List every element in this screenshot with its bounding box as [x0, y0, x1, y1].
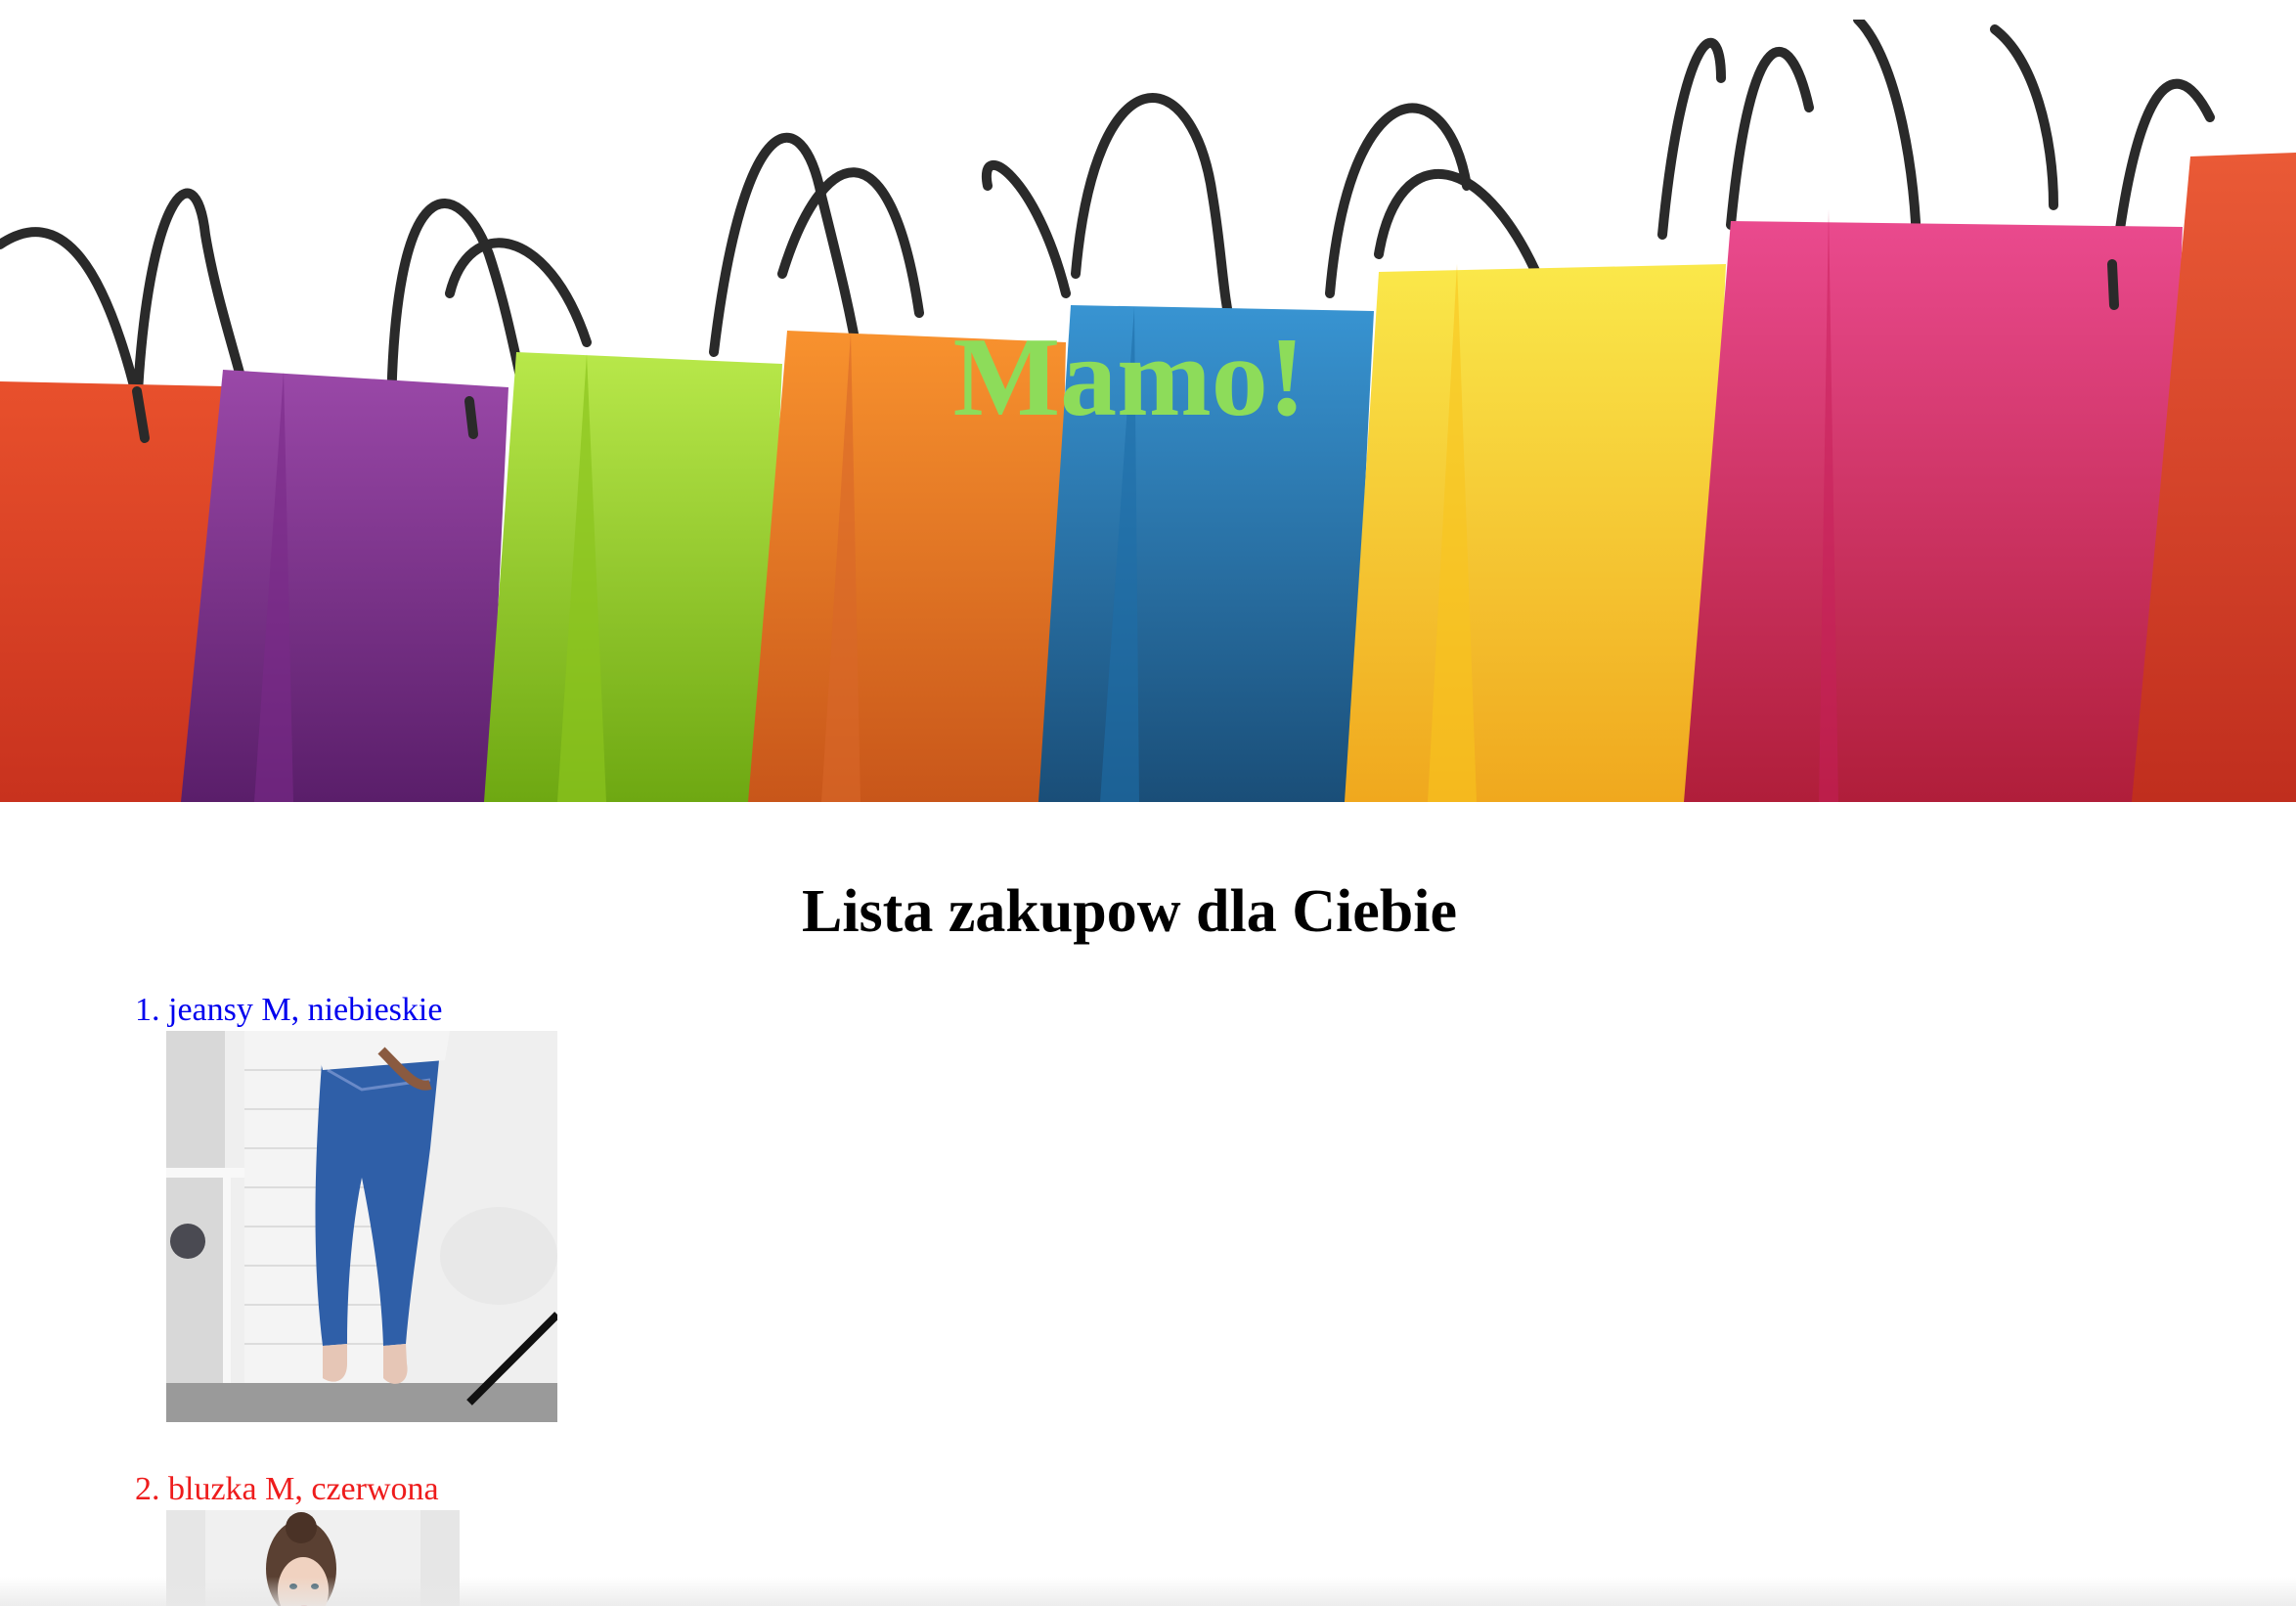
list-item-label: 1. jeansy M, niebieskie: [135, 992, 443, 1028]
jeans-photo: [166, 1031, 557, 1422]
list-item-label: 2. bluzka M, czerwona: [135, 1471, 439, 1507]
page-title: Lista zakupow dla Ciebie: [801, 878, 1458, 945]
list-item: 1. jeansy M, niebieskie: [135, 990, 557, 1422]
banner-title: Mamo!: [952, 315, 1306, 440]
shopping-list: 1. jeansy M, niebieskie 2. bluzka M, cze…: [135, 990, 557, 1606]
bottom-fade: [0, 1577, 2296, 1606]
banner: Mamo!: [0, 0, 2296, 802]
